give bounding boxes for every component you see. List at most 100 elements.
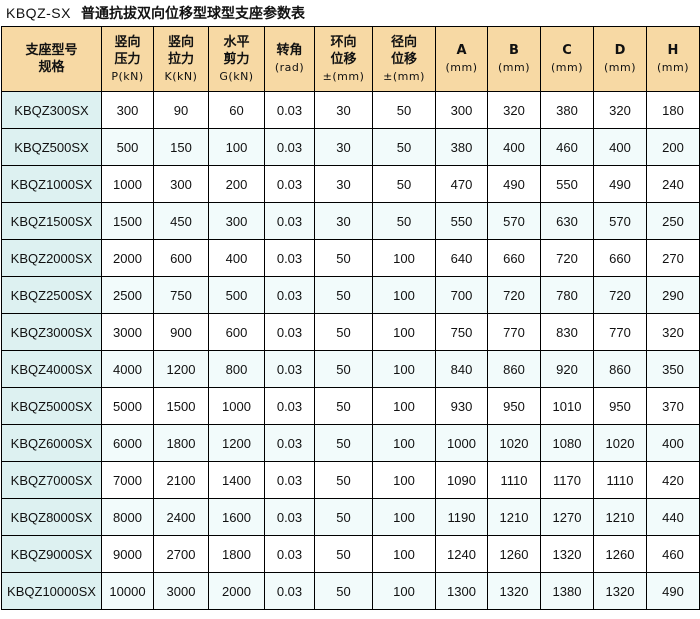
- column-header-unit: ±(mm): [383, 69, 425, 83]
- model-cell: KBQZ1000SX: [1, 165, 102, 203]
- value-cell: 450: [153, 202, 209, 240]
- value-cell: 1000: [101, 165, 154, 203]
- value-cell: 200: [646, 128, 700, 166]
- value-cell: 0.03: [264, 91, 315, 129]
- value-cell: 1800: [208, 535, 265, 573]
- value-cell: 1090: [435, 461, 488, 499]
- value-cell: 600: [208, 313, 265, 351]
- model-cell: KBQZ2500SX: [1, 276, 102, 314]
- value-cell: 10000: [101, 572, 154, 610]
- value-cell: 50: [372, 202, 436, 240]
- model-cell: KBQZ4000SX: [1, 350, 102, 388]
- value-cell: 720: [487, 276, 541, 314]
- column-header: 竖向 拉力 K(kN): [153, 26, 209, 92]
- column-header-unit: (rad): [274, 61, 305, 74]
- column-header: C (mm): [540, 26, 594, 92]
- value-cell: 3000: [101, 313, 154, 351]
- column-header: A (mm): [435, 26, 488, 92]
- value-cell: 1190: [435, 498, 488, 536]
- value-cell: 700: [435, 276, 488, 314]
- value-cell: 1020: [487, 424, 541, 462]
- value-cell: 1010: [540, 387, 594, 425]
- value-cell: 0.03: [264, 313, 315, 351]
- value-cell: 460: [540, 128, 594, 166]
- model-cell: KBQZ2000SX: [1, 239, 102, 277]
- value-cell: 1210: [487, 498, 541, 536]
- value-cell: 4000: [101, 350, 154, 388]
- model-cell: KBQZ7000SX: [1, 461, 102, 499]
- table-row: KBQZ2000SX 2000 600 400 0.03 50 100 640 660 720 66…: [1, 239, 700, 277]
- value-cell: 770: [593, 313, 647, 351]
- value-cell: 320: [487, 91, 541, 129]
- value-cell: 180: [646, 91, 700, 129]
- model-cell: KBQZ8000SX: [1, 498, 102, 536]
- column-header-unit: P(kN): [111, 69, 144, 83]
- value-cell: 240: [646, 165, 700, 203]
- value-cell: 200: [208, 165, 265, 203]
- value-cell: 1300: [435, 572, 488, 610]
- value-cell: 1500: [101, 202, 154, 240]
- table-row: KBQZ3000SX 3000 900 600 0.03 50 100 750 770 830 77…: [1, 313, 700, 351]
- value-cell: 380: [435, 128, 488, 166]
- value-cell: 640: [435, 239, 488, 277]
- title-code: KBQZ-SX: [6, 5, 71, 21]
- table-row: KBQZ1500SX 1500 450 300 0.03 30 50 550 570 630 570…: [1, 202, 700, 240]
- value-cell: 50: [314, 461, 373, 499]
- value-cell: 100: [372, 350, 436, 388]
- value-cell: 1320: [593, 572, 647, 610]
- value-cell: 300: [435, 91, 488, 129]
- value-cell: 720: [540, 239, 594, 277]
- value-cell: 660: [593, 239, 647, 277]
- value-cell: 100: [372, 313, 436, 351]
- value-cell: 570: [593, 202, 647, 240]
- value-cell: 490: [593, 165, 647, 203]
- column-header-label: 水平: [223, 34, 250, 50]
- value-cell: 860: [487, 350, 541, 388]
- table-row: KBQZ6000SX 6000 1800 1200 0.03 50 100 1000 1020 1…: [1, 424, 700, 462]
- table-row: KBQZ4000SX 4000 1200 800 0.03 50 100 840 860 920 8…: [1, 350, 700, 388]
- value-cell: 6000: [101, 424, 154, 462]
- value-cell: 9000: [101, 535, 154, 573]
- value-cell: 750: [435, 313, 488, 351]
- value-cell: 770: [487, 313, 541, 351]
- value-cell: 1200: [208, 424, 265, 462]
- column-header-label: 环向: [330, 34, 357, 50]
- column-header-label: 径向: [390, 34, 417, 50]
- value-cell: 2100: [153, 461, 209, 499]
- value-cell: 50: [372, 91, 436, 129]
- value-cell: 830: [540, 313, 594, 351]
- column-header: 竖向 压力 P(kN): [101, 26, 154, 92]
- value-cell: 100: [372, 461, 436, 499]
- value-cell: 1200: [153, 350, 209, 388]
- header-row: 支座型号 规格 竖向 压力 P(kN) 竖向 拉力 K(kN) 水平 剪力 G(kN) 转角 (rad)…: [1, 26, 700, 92]
- value-cell: 3000: [153, 572, 209, 610]
- column-header-unit: (mm): [497, 61, 530, 74]
- column-header-label: B: [509, 43, 519, 58]
- value-cell: 400: [487, 128, 541, 166]
- value-cell: 90: [153, 91, 209, 129]
- value-cell: 2700: [153, 535, 209, 573]
- value-cell: 1320: [540, 535, 594, 573]
- column-header: D (mm): [593, 26, 647, 92]
- value-cell: 50: [314, 424, 373, 462]
- value-cell: 950: [487, 387, 541, 425]
- value-cell: 60: [208, 91, 265, 129]
- column-header-label: A: [456, 43, 467, 58]
- value-cell: 0.03: [264, 202, 315, 240]
- column-header-unit: ±(mm): [322, 69, 365, 83]
- title-text: 普通抗拔双向位移型球型支座参数表: [80, 6, 305, 22]
- column-header: H (mm): [646, 26, 700, 92]
- value-cell: 0.03: [264, 498, 315, 536]
- value-cell: 350: [646, 350, 700, 388]
- value-cell: 50: [314, 498, 373, 536]
- value-cell: 1380: [540, 572, 594, 610]
- value-cell: 460: [646, 535, 700, 573]
- value-cell: 780: [540, 276, 594, 314]
- value-cell: 2400: [153, 498, 209, 536]
- value-cell: 750: [153, 276, 209, 314]
- column-header-label: C: [562, 43, 572, 58]
- value-cell: 30: [314, 165, 373, 203]
- table-row: KBQZ5000SX 5000 1500 1000 0.03 50 100 930 950 101…: [1, 387, 700, 425]
- value-cell: 660: [487, 239, 541, 277]
- value-cell: 50: [372, 128, 436, 166]
